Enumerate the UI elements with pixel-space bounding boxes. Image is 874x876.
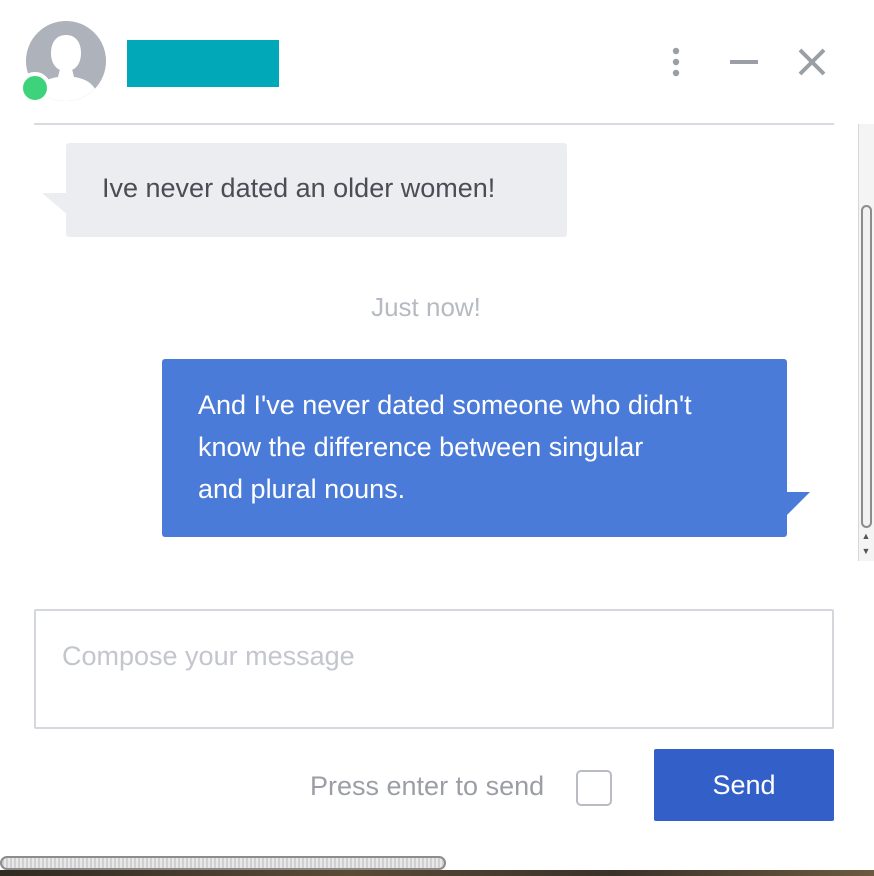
compose-message-input[interactable] <box>34 609 834 729</box>
close-icon <box>798 48 826 76</box>
horizontal-scrollbar-thumb[interactable] <box>0 856 446 870</box>
outgoing-message-bubble: And I've never dated someone who didn't … <box>162 359 787 537</box>
scroll-down-arrow-icon[interactable]: ▼ <box>860 545 872 557</box>
press-enter-checkbox[interactable] <box>576 770 612 806</box>
incoming-message-text: Ive never dated an older women! <box>102 173 496 203</box>
messages-scrollbar-thumb[interactable] <box>861 205 872 528</box>
minimize-icon <box>730 60 758 64</box>
close-button[interactable] <box>792 42 832 82</box>
outgoing-message-line: and plural nouns. <box>198 474 406 504</box>
message-timestamp: Just now! <box>371 292 481 322</box>
outgoing-bubble-tail <box>786 492 810 516</box>
press-enter-label: Press enter to send <box>310 771 545 801</box>
send-button[interactable]: Send <box>654 749 834 821</box>
contact-name-redacted <box>127 40 279 87</box>
incoming-bubble-tail <box>42 193 68 215</box>
outgoing-message-line: know the difference between singular <box>198 432 644 462</box>
incoming-message-bubble: Ive never dated an older women! <box>66 143 567 237</box>
vertical-dots-icon <box>672 47 680 77</box>
background-strip <box>0 870 874 876</box>
scroll-up-arrow-icon[interactable]: ▲ <box>860 530 872 542</box>
outgoing-message-line: And I've never dated someone who didn't <box>198 390 692 420</box>
minimize-button[interactable] <box>724 42 764 82</box>
chat-window: Ive never dated an older women! Just now… <box>0 0 874 876</box>
more-options-button[interactable] <box>656 42 696 82</box>
header-divider <box>34 123 834 125</box>
online-status-dot <box>19 72 51 104</box>
